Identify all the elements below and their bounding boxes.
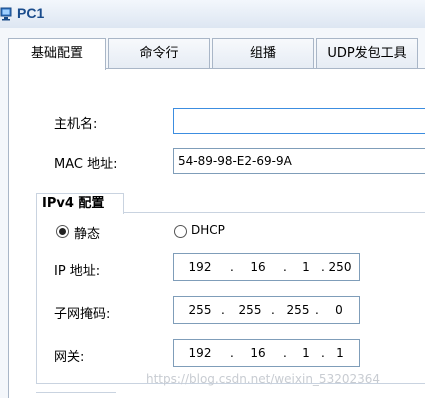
mask-octet-1[interactable]: 255 (182, 297, 218, 323)
tab-multicast[interactable]: 组播 (212, 38, 314, 68)
pc-icon (0, 7, 12, 21)
ip-dot: . (230, 260, 234, 274)
gateway-label: 网关: (54, 350, 85, 365)
gw-dot: . (283, 346, 287, 360)
ip-label: IP 地址: (54, 264, 101, 279)
window-title: PC1 (17, 5, 45, 21)
dhcp-label: DHCP (191, 223, 225, 237)
ip-octet-2[interactable]: 16 (242, 254, 274, 280)
hostname-label: 主机名: (54, 117, 98, 132)
mask-dot: . (221, 303, 225, 317)
dhcp-radio[interactable] (174, 225, 187, 238)
gw-octet-1[interactable]: 192 (182, 340, 218, 366)
hostname-input[interactable] (173, 108, 425, 134)
mac-label: MAC 地址: (54, 157, 118, 172)
gw-dot: . (230, 346, 234, 360)
ip-address-input[interactable]: 192 . 16 . 1 . 250 (173, 253, 360, 281)
mask-octet-4[interactable]: 0 (324, 297, 354, 323)
mask-dot: . (315, 303, 319, 317)
ip-octet-3[interactable]: 1 (292, 254, 320, 280)
gw-octet-3[interactable]: 1 (292, 340, 320, 366)
tab-basic-config[interactable]: 基础配置 (8, 38, 106, 70)
subnet-mask-input[interactable]: 255 . 255 . 255 . 0 (173, 296, 360, 324)
tab-command-line[interactable]: 命令行 (108, 38, 210, 68)
ipv4-group-title: IPv4 配置 (36, 193, 124, 214)
mask-octet-2[interactable]: 255 (232, 297, 268, 323)
mask-label: 子网掩码: (54, 307, 111, 322)
gw-octet-2[interactable]: 16 (242, 340, 274, 366)
static-radio[interactable] (56, 225, 69, 238)
gw-octet-4[interactable]: 1 (324, 340, 356, 366)
ip-octet-1[interactable]: 192 (182, 254, 218, 280)
radio-selected-dot (59, 228, 66, 235)
tab-udp-tool[interactable]: UDP发包工具 (316, 38, 418, 68)
ip-octet-4[interactable]: 250 (324, 254, 356, 280)
gateway-input[interactable]: 192 . 16 . 1 . 1 (173, 339, 360, 367)
watermark-text: https://blog.csdn.net/weixin_53202364 (146, 372, 381, 386)
mask-dot: . (271, 303, 275, 317)
mac-field: 54-89-98-E2-69-9A (173, 148, 425, 174)
static-label: 静态 (74, 227, 101, 242)
mask-octet-3[interactable]: 255 (280, 297, 316, 323)
title-bar: PC1 (0, 0, 425, 29)
ip-dot: . (283, 260, 287, 274)
